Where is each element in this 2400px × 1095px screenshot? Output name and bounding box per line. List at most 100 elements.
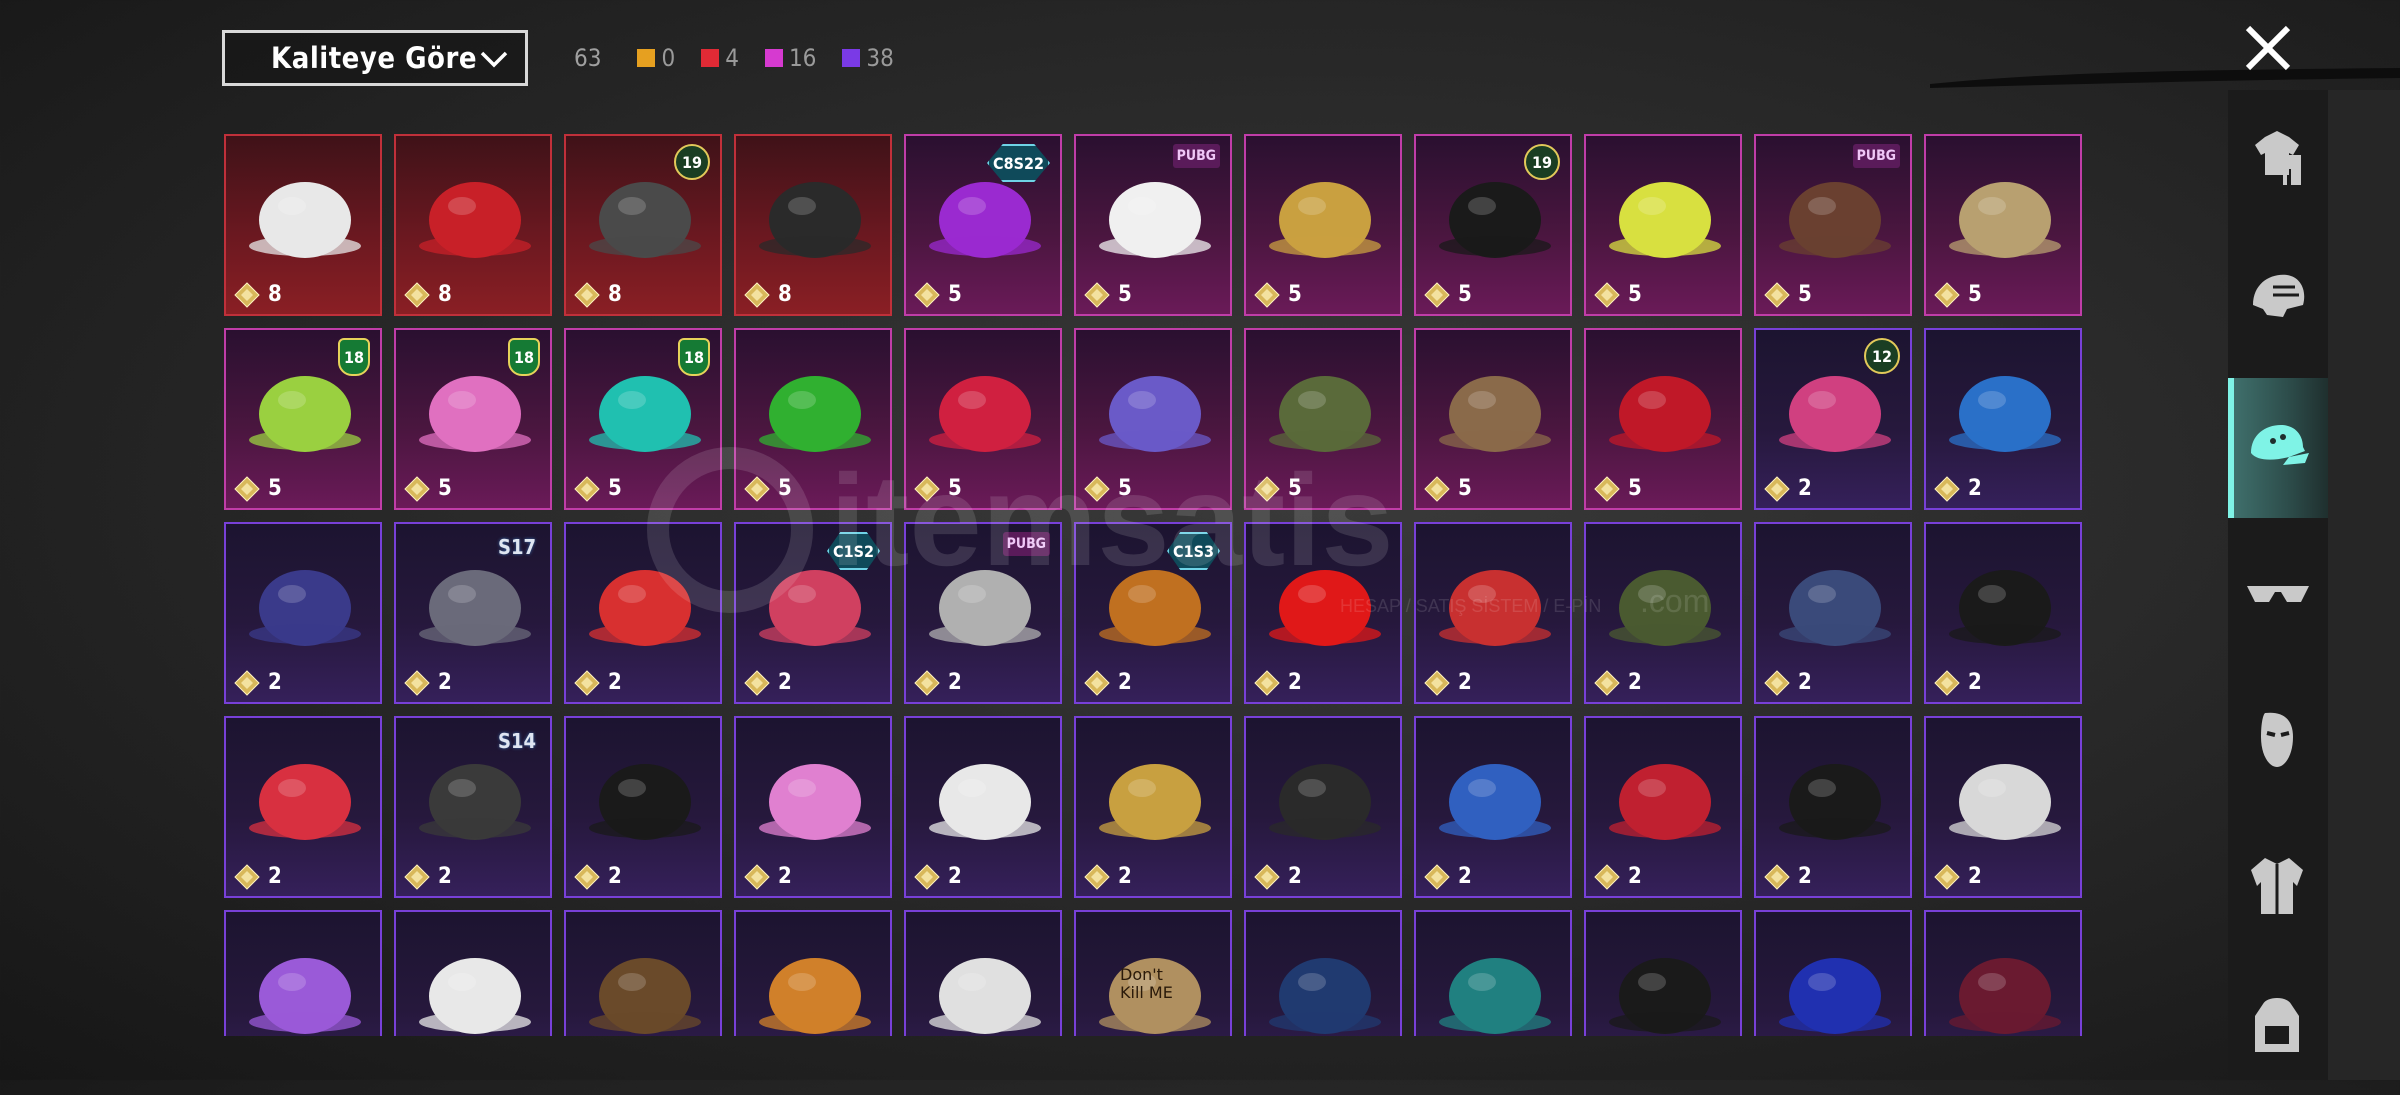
- item-thumbnail: [1099, 376, 1211, 452]
- item-cost: 5: [1118, 476, 1132, 501]
- item-card-mushroom-hat[interactable]: 2: [224, 716, 382, 898]
- premium-diamond-icon: [234, 476, 260, 502]
- item-card-spartan-helmet[interactable]: S14 2: [394, 716, 552, 898]
- item-card-white-shark-hat[interactable]: 2: [1924, 716, 2082, 898]
- item-thumbnail: [1609, 182, 1721, 258]
- item-card-maroon-fedora[interactable]: [1924, 910, 2082, 1036]
- item-card-gold-horned-helmet[interactable]: 5: [1244, 134, 1402, 316]
- item-cost: 8: [438, 282, 452, 307]
- item-card-flower-crown[interactable]: [224, 910, 382, 1036]
- sidebar-tab-mask[interactable]: [2228, 670, 2328, 810]
- helmet-icon: [2253, 274, 2305, 317]
- item-card-motorbike-helmet[interactable]: 2: [1414, 522, 1572, 704]
- item-card-dark-helmet[interactable]: 19 8: [564, 134, 722, 316]
- item-thumbnail: [759, 182, 871, 258]
- item-card-black-fedora[interactable]: 2: [1924, 522, 2082, 704]
- item-card-black-hair[interactable]: 19 5: [1414, 134, 1572, 316]
- quality-swatch: [701, 49, 720, 67]
- item-card-rocket-helmet[interactable]: C1S3 2: [1074, 522, 1232, 704]
- item-card-pink-cap-headphones[interactable]: 18 5: [394, 328, 552, 510]
- sidebar-tab-backpack[interactable]: [2228, 955, 2328, 1095]
- premium-diamond-icon: [1934, 476, 1960, 502]
- item-card-cat-headphones-white[interactable]: 2: [904, 716, 1062, 898]
- close-icon[interactable]: [2238, 18, 2298, 78]
- premium-diamond-icon: [1934, 670, 1960, 696]
- item-card-blue-beanie[interactable]: [1244, 910, 1402, 1036]
- premium-diamond-icon: [914, 476, 940, 502]
- item-card-grey-hair[interactable]: PUBG 2: [904, 522, 1062, 704]
- item-thumbnail: [249, 570, 361, 646]
- item-card-cowboy-hat[interactable]: 8: [224, 134, 382, 316]
- item-card-knight-helmet[interactable]: S17 2: [394, 522, 552, 704]
- item-card-head-mirror[interactable]: [904, 910, 1062, 1036]
- item-card-panda-mask[interactable]: PUBG 5: [1074, 134, 1232, 316]
- item-card-devil-horns[interactable]: 5: [1584, 328, 1742, 510]
- item-card-cupcake-hat[interactable]: [564, 910, 722, 1036]
- sidebar-tab-outfit[interactable]: [2228, 90, 2328, 230]
- item-card-blue-cap[interactable]: 2: [1924, 328, 2082, 510]
- item-card-red-hair-cap[interactable]: 5: [904, 328, 1062, 510]
- quality-count-purple: 38: [842, 44, 894, 72]
- item-card-carnival-mask[interactable]: 2: [1074, 716, 1232, 898]
- premium-diamond-icon: [574, 670, 600, 696]
- item-card-gas-mask[interactable]: PUBG 5: [1754, 134, 1912, 316]
- item-card-tactical-hood[interactable]: 2: [224, 522, 382, 704]
- item-thumbnail: [929, 376, 1041, 452]
- item-thumbnail: [1439, 958, 1551, 1034]
- season-badge: 12: [1864, 338, 1900, 374]
- item-card-gold-pith-helmet[interactable]: 5: [1924, 134, 2082, 316]
- item-card-green-tentacle-hat[interactable]: 18 5: [224, 328, 382, 510]
- item-cost: 2: [1288, 670, 1302, 695]
- item-card-red-beret[interactable]: 2: [1584, 716, 1742, 898]
- item-card-holo-cap[interactable]: 5: [1074, 328, 1232, 510]
- premium-diamond-icon: [1254, 476, 1280, 502]
- item-card-red-fez[interactable]: 2: [564, 522, 722, 704]
- item-card-cardboard-box[interactable]: Don't Kill ME: [1074, 910, 1232, 1036]
- item-card-black-gold-cap[interactable]: [1584, 910, 1742, 1036]
- item-card-bunny-ears-helmet[interactable]: 12 2: [1754, 328, 1912, 510]
- item-thumbnail: [1949, 958, 2061, 1034]
- item-cost: 5: [1458, 282, 1472, 307]
- item-card-red-helmet[interactable]: 8: [394, 134, 552, 316]
- item-card-yellow-bucket-hat[interactable]: 5: [1584, 134, 1742, 316]
- item-card-black-bowler[interactable]: 2: [1754, 716, 1912, 898]
- item-card-military-helmet[interactable]: 5: [1244, 328, 1402, 510]
- season-badge: S17: [498, 535, 536, 559]
- item-card-frog-hat[interactable]: 5: [734, 328, 892, 510]
- item-card-burger-hat[interactable]: [734, 910, 892, 1036]
- item-cost: 2: [948, 864, 962, 889]
- item-cost: 2: [1798, 864, 1812, 889]
- chevron-down-icon: [480, 51, 508, 68]
- item-card-purple-hair[interactable]: C8S22 5: [904, 134, 1062, 316]
- item-card-teal-beanie[interactable]: [1414, 910, 1572, 1036]
- item-card-striped-cap[interactable]: C1S2 2: [734, 522, 892, 704]
- item-cost: 2: [1968, 476, 1982, 501]
- sidebar-tab-jacket[interactable]: [2228, 815, 2328, 955]
- item-thumbnail: [759, 764, 871, 840]
- item-thumbnail: [1949, 570, 2061, 646]
- item-card-tricorn-hat[interactable]: 8: [734, 134, 892, 316]
- item-card-antler-headband[interactable]: 5: [1414, 328, 1572, 510]
- item-card-shark-hat[interactable]: 2: [1414, 716, 1572, 898]
- sidebar-tab-glasses[interactable]: [2228, 525, 2328, 665]
- item-card-cap-headphones[interactable]: 18 5: [564, 328, 722, 510]
- item-cost: 2: [1968, 864, 1982, 889]
- premium-diamond-icon: [1424, 670, 1450, 696]
- glasses-icon: [2247, 586, 2309, 602]
- item-card-army-cap[interactable]: 2: [1584, 522, 1742, 704]
- sort-dropdown[interactable]: Kaliteye Göre: [222, 30, 528, 86]
- item-card-cat-headphones-pink[interactable]: 2: [734, 716, 892, 898]
- item-thumbnail: [1099, 182, 1211, 258]
- item-card-red-mohawk[interactable]: 2: [1244, 522, 1402, 704]
- item-thumbnail: [759, 958, 871, 1034]
- sidebar-tab-helmet[interactable]: [2228, 230, 2328, 370]
- item-thumbnail: [1099, 764, 1211, 840]
- item-card-pink-cap[interactable]: 2: [564, 716, 722, 898]
- item-card-blue-baseball-cap[interactable]: [1754, 910, 1912, 1036]
- item-card-maid-headband[interactable]: [394, 910, 552, 1036]
- item-card-black-mask[interactable]: 2: [1244, 716, 1402, 898]
- item-thumbnail: [589, 958, 701, 1034]
- sidebar-tab-hat[interactable]: [2228, 378, 2328, 518]
- item-card-navy-cap[interactable]: 2: [1754, 522, 1912, 704]
- item-thumbnail: [589, 764, 701, 840]
